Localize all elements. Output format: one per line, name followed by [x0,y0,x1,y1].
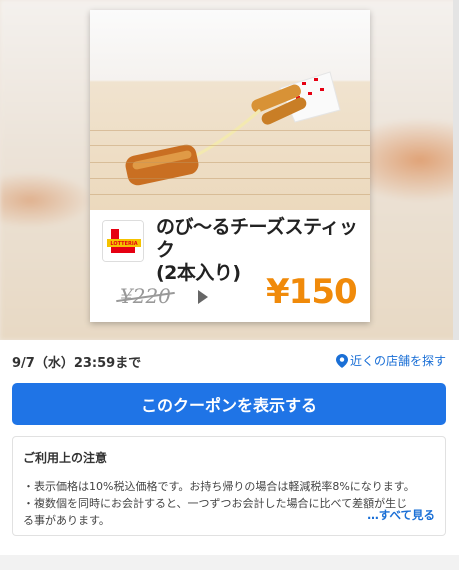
see-all-link[interactable]: …すべて見る [367,507,435,523]
title-line-1: のび～るチーズスティック [156,216,358,261]
coupon-meta: 9/7（水）23:59まで 近くの店舗を探す [12,350,446,371]
svg-text:LOTTERIA: LOTTERIA [110,241,137,247]
product-photo [90,10,370,210]
scrollbar[interactable] [453,0,459,340]
note-line-1: ・表示価格は10%税込価格です。お持ち帰りの場合は軽減税率8%になります。 [23,480,415,493]
original-price: ¥220 [120,284,171,308]
coupon-info: LOTTERIA のび～るチーズスティック (2本入り) ¥220 ¥150 [90,210,370,322]
cheese-stick-illustration [125,71,341,186]
coupon-card[interactable]: LOTTERIA のび～るチーズスティック (2本入り) ¥220 ¥150 [90,10,370,322]
show-coupon-button[interactable]: このクーポンを表示する [12,383,446,425]
discount-price: ¥150 [266,272,358,312]
footer-divider [0,555,459,570]
find-nearby-stores-link[interactable]: 近くの店舗を探す [335,352,446,369]
find-nearby-stores-label[interactable]: 近くの店舗を探す [350,352,446,369]
arrow-right-icon [198,290,208,304]
map-pin-icon [335,353,348,368]
expiry-date: 9/7（水）23:59まで [12,356,142,371]
usage-notes: ご利用上の注意 ・表示価格は10%税込価格です。お持ち帰りの場合は軽減税率8%に… [12,436,446,536]
notes-title: ご利用上の注意 [23,451,108,465]
hero-section: LOTTERIA のび～るチーズスティック (2本入り) ¥220 ¥150 [0,0,459,340]
lotteria-logo: LOTTERIA [102,220,144,262]
